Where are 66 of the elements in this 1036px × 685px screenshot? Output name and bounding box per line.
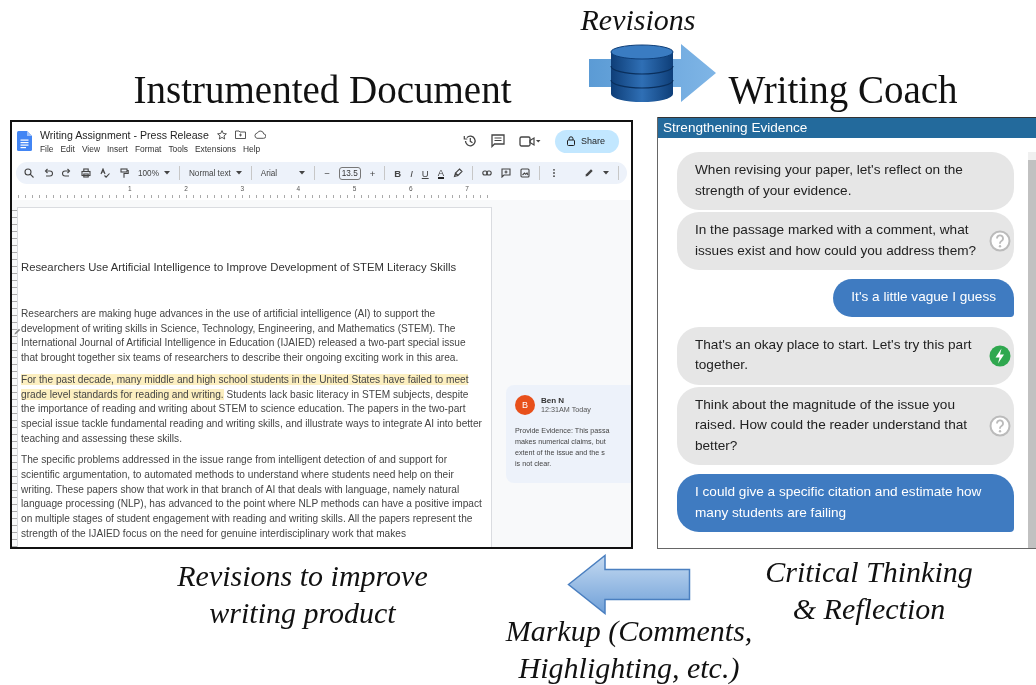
link-icon[interactable] — [482, 168, 492, 178]
coach-message: In the passage marked with a comment, what issues exist and how could you address them? — [677, 212, 1014, 270]
text-color-button[interactable]: A — [437, 167, 444, 179]
left-arrow-icon — [567, 554, 691, 615]
body-paragraph: Researchers are making huge advances in the use of artificial intelligence (AI) to support the development of writing skills in Science, Technology, Engineering, and Mathematics (STEM). The International Journal of Artificial Intelligence in Education (IJAIED) released a two-part special issue that brought together six teams of researchers to describe their ongoing exciting work in this area. — [21, 307, 467, 366]
share-button[interactable]: Share — [554, 129, 619, 153]
caret-icon — [235, 171, 242, 175]
print-icon[interactable] — [81, 168, 91, 178]
folder-icon[interactable] — [234, 130, 246, 139]
paint-format-icon[interactable] — [119, 168, 129, 178]
underline-button[interactable]: U — [421, 167, 429, 179]
document-icon[interactable] — [17, 131, 32, 151]
spellcheck-icon[interactable] — [100, 168, 110, 178]
history-icon[interactable] — [462, 134, 477, 148]
caption: Critical Thinking & Reflection — [764, 554, 974, 627]
search-icon[interactable] — [24, 168, 34, 178]
coach-message: That's an okay place to start. Let's try this part together. — [677, 326, 1014, 385]
bold-button[interactable]: B — [394, 167, 402, 179]
scrollbar[interactable] — [1028, 152, 1036, 548]
comment-icon[interactable] — [490, 134, 505, 148]
menu-item[interactable]: Edit — [60, 143, 75, 154]
menu-item[interactable]: Tools — [168, 143, 188, 154]
decrease-size-button[interactable]: − — [324, 167, 330, 179]
caption: Revisions — [579, 2, 697, 38]
body-paragraph: For the past decade, many middle and high school students in the United States have failed to meet grade level standards for reading and writing. Students lack basic literacy in STEM subjects, despite the importance of reading and writing about STEM to science education. The papers in the two-part special issue tackle fundamental reading and writing skills, and illustrate ways to integrate AI into better teaching and assessing these skills. — [21, 372, 482, 446]
menu-item[interactable]: Format — [134, 143, 162, 154]
pencil-icon[interactable] — [584, 168, 594, 178]
coach-message: Think about the magnitude of the issue you raised. How could the reader understand that better? — [677, 386, 1014, 465]
menu-item[interactable]: Help — [242, 143, 261, 154]
caption: Revisions to improve writing product — [176, 558, 429, 631]
coach-message: When revising your paper, let's reflect on the strength of your evidence. — [677, 152, 1014, 210]
video-camera-icon[interactable] — [518, 135, 541, 147]
lightning-icon[interactable] — [989, 344, 1011, 367]
caret-icon — [163, 171, 170, 175]
document-heading: Researchers Use Artificial Intelligence to Improve Development of STEM Literacy Skills — [21, 261, 458, 273]
increase-size-button[interactable]: + — [369, 167, 376, 179]
italic-button[interactable]: I — [410, 167, 413, 179]
font-dropdown[interactable]: Arial — [260, 168, 306, 178]
zoom-dropdown[interactable]: 100% — [138, 168, 170, 178]
highlighter-icon[interactable] — [453, 168, 463, 178]
menu-item[interactable]: Extensions — [195, 143, 236, 154]
pencil-icon — [14, 328, 21, 335]
cloud-icon[interactable] — [253, 130, 266, 139]
star-icon[interactable] — [216, 129, 227, 140]
menu-item[interactable]: View — [81, 143, 100, 154]
caret-icon — [299, 171, 306, 175]
caret-icon — [603, 171, 609, 175]
menu-item[interactable]: File — [40, 143, 54, 154]
menu-item[interactable]: Insert — [106, 143, 128, 154]
avatar: B — [515, 395, 535, 415]
body-paragraph: The specific problems addressed in the issue range from intelligent detection of and support for scientific argumentation, to automated methods to understand where students need help on their writing. These papers show that work in that branch of AI that deals with language, namely natural language processing (NLP), has advanced to the point where NLP methods can have a positive impact on multiple stages of student engagement with reading and writing skills. All the papers represent the strength of the IJAIED focus on the need for genuine interdisciplinary work that makes — [21, 453, 482, 541]
document-title[interactable]: Writing Assignment - Press Release — [40, 128, 209, 141]
caption: Markup (Comments, Highlighting, etc.) — [504, 613, 754, 685]
panel-header: Strengthening Evidence — [658, 117, 1036, 138]
heading: Instrumented Document — [132, 68, 513, 112]
font-size-field[interactable]: 13.5 — [338, 166, 361, 180]
add-comment-icon[interactable] — [501, 168, 511, 178]
undo-icon[interactable] — [43, 168, 53, 178]
image-icon[interactable] — [520, 168, 530, 178]
student-message: It's a little vague I guess — [833, 279, 1014, 317]
style-dropdown[interactable]: Normal text — [188, 168, 242, 178]
heading: Writing Coach — [727, 68, 959, 112]
student-message: I could give a specific citation and estimate how many students are failing — [677, 474, 1014, 532]
redo-icon[interactable] — [62, 168, 72, 178]
comment-author: Ben N — [541, 396, 566, 405]
lock-icon — [566, 136, 575, 146]
